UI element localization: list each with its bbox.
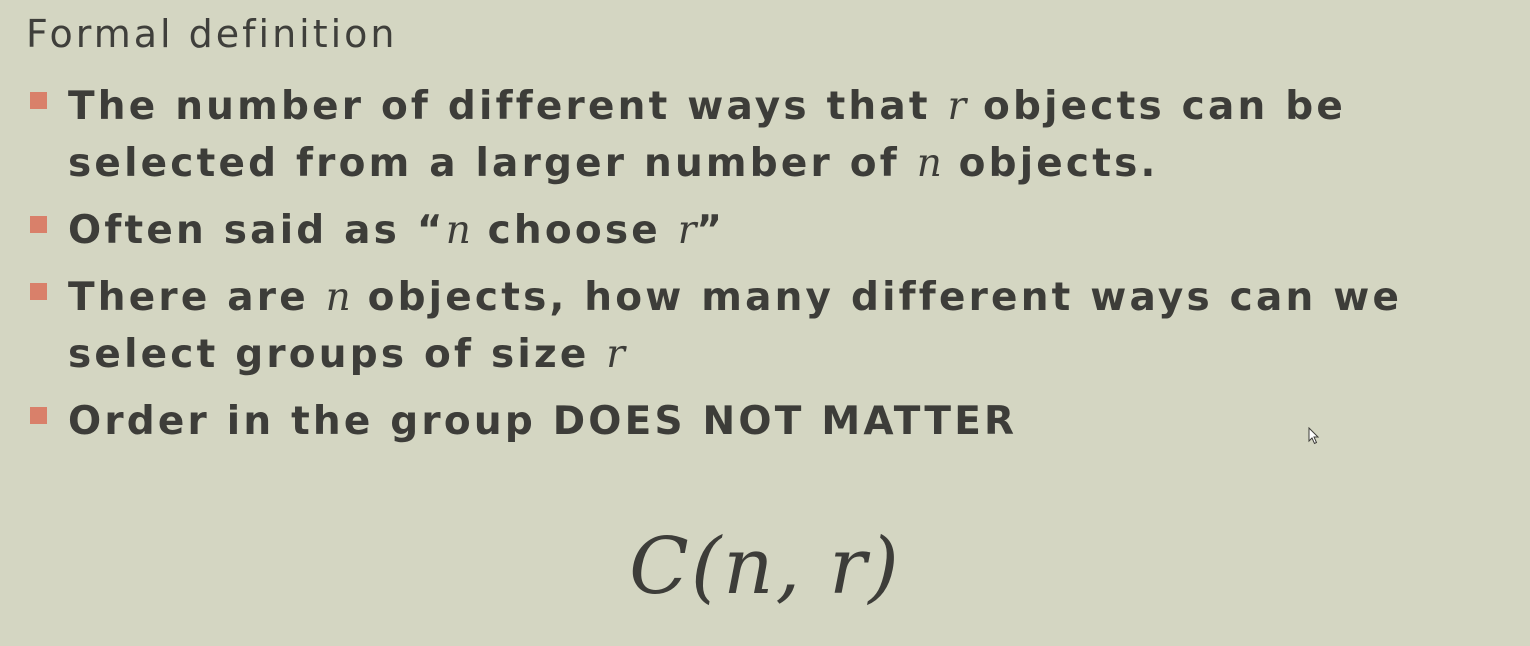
bullet-text: ” bbox=[696, 208, 726, 253]
combination-formula: C(n, r) bbox=[629, 522, 901, 612]
bullet-item: Often said as “n choose r” bbox=[28, 202, 1518, 259]
slide-heading: Formal definition bbox=[26, 12, 398, 56]
math-variable-n: n bbox=[325, 275, 351, 320]
math-variable-n: n bbox=[445, 208, 471, 253]
slide: Formal definition The number of differen… bbox=[0, 0, 1530, 646]
bullet-text: There are bbox=[68, 275, 326, 320]
math-variable-r: r bbox=[677, 208, 697, 253]
bullet-list: The number of different ways that r obje… bbox=[28, 78, 1518, 460]
math-variable-r: r bbox=[606, 332, 625, 377]
math-variable-r: r bbox=[947, 84, 967, 129]
math-variable-n: n bbox=[916, 141, 942, 186]
bullet-item: There are n objects, how many different … bbox=[28, 269, 1518, 383]
bullet-item: Order in the group DOES NOT MATTER bbox=[28, 393, 1518, 450]
bullet-square-icon bbox=[30, 92, 47, 109]
bullet-text: Order in the group DOES NOT MATTER bbox=[68, 399, 1018, 444]
bullet-text: choose bbox=[470, 208, 678, 253]
bullet-square-icon bbox=[30, 216, 47, 233]
bullet-text: The number of different ways that bbox=[68, 84, 948, 129]
bullet-text: Often said as “ bbox=[68, 208, 446, 253]
bullet-item: The number of different ways that r obje… bbox=[28, 78, 1518, 192]
bullet-square-icon bbox=[30, 407, 47, 424]
bullet-text: objects. bbox=[941, 141, 1159, 186]
mouse-pointer-icon bbox=[1308, 427, 1320, 445]
bullet-square-icon bbox=[30, 283, 47, 300]
